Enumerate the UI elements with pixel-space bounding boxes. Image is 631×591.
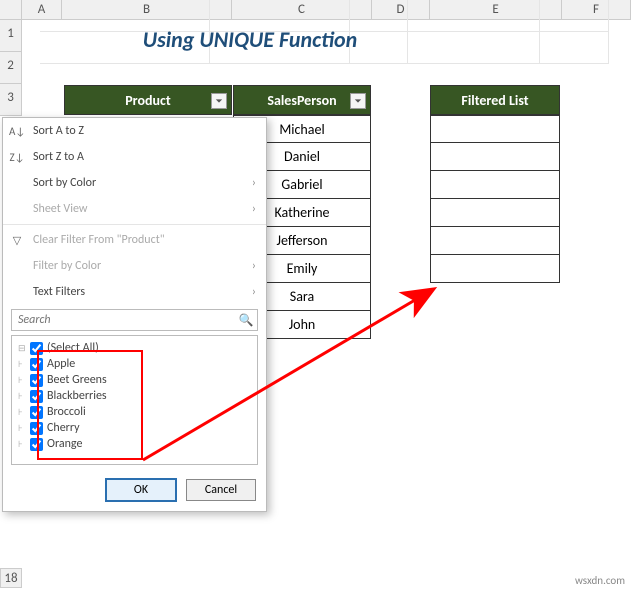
sheet-view: Sheet View › — [3, 196, 266, 222]
sort-az[interactable]: A↓ Sort A to Z — [3, 118, 266, 144]
watermark: wsxdn.com — [575, 574, 625, 587]
chevron-down-icon — [215, 97, 223, 105]
filter-dropdown-salesperson[interactable] — [350, 93, 366, 109]
sort-az-icon: A↓ — [9, 125, 25, 138]
sort-za-label: Sort Z to A — [33, 150, 84, 164]
chevron-right-icon: › — [252, 285, 256, 299]
check-item[interactable]: ⊦Beet Greens — [16, 372, 253, 388]
ok-button[interactable]: OK — [106, 479, 176, 501]
select-all-corner[interactable] — [0, 0, 22, 20]
filter-checklist: ⊟(Select All) ⊦Apple ⊦Beet Greens ⊦Black… — [11, 335, 258, 465]
clear-filter: ▽ Clear Filter From "Product" — [3, 227, 266, 253]
funnel-clear-icon: ▽ — [9, 234, 25, 247]
sort-za[interactable]: Z↓ Sort Z to A — [3, 144, 266, 170]
checkbox[interactable] — [30, 438, 43, 451]
check-label: Beet Greens — [47, 373, 107, 387]
sort-by-color-label: Sort by Color — [33, 176, 96, 190]
dialog-button-row: OK Cancel — [3, 471, 266, 511]
table-cell[interactable] — [430, 171, 560, 199]
check-item[interactable]: ⊦Broccoli — [16, 404, 253, 420]
sort-by-color[interactable]: Sort by Color › — [3, 170, 266, 196]
check-label: Blackberries — [47, 389, 107, 403]
row-header-1[interactable]: 1 — [0, 20, 22, 52]
header-product: Product — [64, 85, 232, 115]
sort-za-icon: Z↓ — [9, 151, 25, 164]
menu-separator — [3, 224, 266, 225]
search-icon: 🔍 — [235, 313, 257, 328]
filter-dropdown-product[interactable] — [211, 93, 227, 109]
autofilter-menu: A↓ Sort A to Z Z↓ Sort Z to A Sort by Co… — [2, 117, 267, 512]
table-cell[interactable] — [430, 115, 560, 143]
chevron-down-icon — [354, 97, 362, 105]
filter-by-color: Filter by Color › — [3, 253, 266, 279]
check-label: Broccoli — [47, 405, 86, 419]
chevron-right-icon: › — [252, 202, 256, 216]
search-input[interactable] — [12, 313, 235, 327]
check-label: (Select All) — [47, 341, 99, 355]
filter-by-color-label: Filter by Color — [33, 259, 101, 273]
checkbox[interactable] — [30, 406, 43, 419]
page-title: Using UNIQUE Function — [100, 26, 400, 53]
text-filters[interactable]: Text Filters › — [3, 279, 266, 305]
filtered-list-column — [430, 115, 560, 283]
sheet-view-label: Sheet View — [33, 202, 87, 216]
row-header-18[interactable]: 18 — [0, 568, 22, 588]
header-salesperson-label: SalesPerson — [267, 92, 336, 109]
table-cell[interactable] — [430, 199, 560, 227]
check-label: Apple — [47, 357, 75, 371]
chevron-right-icon: › — [252, 176, 256, 190]
table-cell[interactable] — [430, 255, 560, 283]
filter-search-box[interactable]: 🔍 — [11, 309, 258, 331]
checkbox[interactable] — [30, 422, 43, 435]
checkbox[interactable] — [30, 390, 43, 403]
row-header-3[interactable]: 3 — [0, 84, 22, 116]
check-item[interactable]: ⊦Blackberries — [16, 388, 253, 404]
checkbox[interactable] — [30, 358, 43, 371]
check-item[interactable]: ⊦Orange — [16, 436, 253, 452]
sort-az-label: Sort A to Z — [33, 124, 84, 138]
chevron-right-icon: › — [252, 259, 256, 273]
cancel-button[interactable]: Cancel — [186, 479, 256, 501]
header-product-label: Product — [125, 92, 171, 109]
check-item-select-all[interactable]: ⊟(Select All) — [16, 340, 253, 356]
row-header-2[interactable]: 2 — [0, 52, 22, 84]
check-label: Orange — [47, 437, 82, 451]
clear-filter-label: Clear Filter From "Product" — [33, 233, 165, 247]
text-filters-label: Text Filters — [33, 285, 85, 299]
check-label: Cherry — [47, 421, 80, 435]
header-filtered-label: Filtered List — [461, 92, 528, 109]
checkbox[interactable] — [30, 342, 43, 355]
check-item[interactable]: ⊦Apple — [16, 356, 253, 372]
table-cell[interactable] — [430, 143, 560, 171]
header-filtered-list: Filtered List — [430, 85, 560, 115]
table-cell[interactable] — [430, 227, 560, 255]
row-headers: 1 2 3 — [0, 20, 22, 116]
check-item[interactable]: ⊦Cherry — [16, 420, 253, 436]
checkbox[interactable] — [30, 374, 43, 387]
